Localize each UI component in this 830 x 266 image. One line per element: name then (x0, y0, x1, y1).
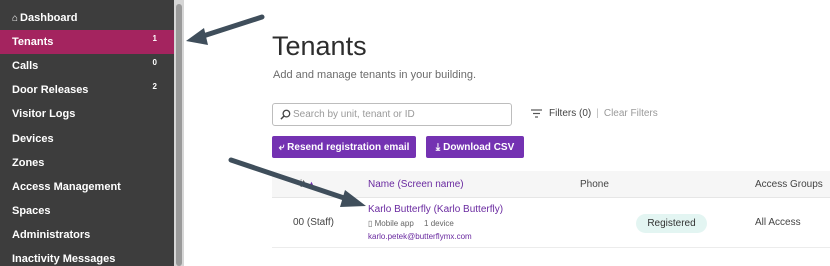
tenants-count-badge: 1 (152, 34, 157, 43)
sidebar-item-inactivity-messages[interactable]: Inactivity Messages (0, 247, 174, 266)
download-csv-button[interactable]: ⤓ Download CSV (426, 136, 524, 158)
sidebar-item-administrators[interactable]: Administrators (0, 223, 174, 247)
arrow-to-tenants (186, 14, 265, 45)
sidebar-item-label: Dashboard (20, 12, 78, 24)
search-box[interactable] (272, 103, 512, 126)
page-subtitle: Add and manage tenants in your building. (273, 69, 477, 81)
tenant-access-groups: All Access (755, 217, 801, 228)
sidebar-item-access-management[interactable]: Access Management (0, 175, 174, 199)
sidebar-item-zones[interactable]: Zones (0, 151, 174, 175)
sidebar-item-spaces[interactable]: Spaces (0, 199, 174, 223)
column-header-unit[interactable]: it ▲ (300, 179, 316, 190)
sidebar-item-calls[interactable]: Calls 0 (0, 54, 174, 78)
column-header-name[interactable]: Name (Screen name) (368, 179, 464, 190)
resend-button-label: Resend registration email (287, 141, 410, 153)
filters-separator: | (596, 108, 599, 119)
tenant-device-count: 1 device (424, 219, 454, 228)
column-header-unit-label: it (300, 179, 305, 190)
table-row[interactable]: 00 (Staff) Karlo Butterfly (Karlo Butter… (272, 198, 830, 248)
sidebar-item-label: Devices (12, 133, 54, 145)
column-header-access-groups[interactable]: Access Groups (755, 179, 823, 190)
sidebar-item-label: Administrators (12, 229, 91, 241)
tenant-unit: 00 (Staff) (293, 217, 334, 228)
sidebar-item-door-releases[interactable]: Door Releases 2 (0, 78, 174, 102)
sidebar-item-devices[interactable]: Devices (0, 127, 174, 151)
filters-bar: Filters (0) | Clear Filters (531, 108, 658, 119)
clear-filters-link[interactable]: Clear Filters (604, 108, 658, 119)
tenant-app-label: Mobile app (374, 219, 414, 228)
search-icon (280, 109, 291, 120)
filter-icon (531, 109, 542, 118)
sidebar-scrollbar-thumb[interactable] (176, 4, 182, 266)
sidebar-item-visitor-logs[interactable]: Visitor Logs (0, 102, 174, 126)
sidebar-item-tenants[interactable]: Tenants 1 (0, 30, 174, 54)
door-releases-count-badge: 2 (152, 82, 157, 91)
sort-up-icon: ▲ (307, 179, 316, 189)
download-icon: ⤓ (435, 141, 441, 153)
sidebar-item-label: Inactivity Messages (12, 253, 116, 265)
sidebar-item-label: Tenants (12, 36, 54, 48)
home-icon: ⌂ (12, 13, 19, 24)
tenant-name-link[interactable]: Karlo Butterfly (Karlo Butterfly) (368, 204, 503, 215)
reply-icon: ⤶ (278, 141, 285, 153)
status-badge: Registered (636, 214, 707, 233)
calls-count-badge: 0 (152, 58, 157, 67)
sidebar-item-dashboard[interactable]: ⌂ Dashboard (0, 6, 174, 30)
table-header: it ▲ Name (Screen name) Phone Access Grou… (272, 171, 830, 198)
resend-registration-email-button[interactable]: ⤶ Resend registration email (272, 136, 416, 158)
sidebar: ⌂ Dashboard Tenants 1 Calls 0 Door Releas… (0, 0, 174, 266)
sidebar-item-label: Visitor Logs (12, 108, 76, 120)
filters-button[interactable]: Filters (0) (549, 108, 591, 119)
sidebar-item-label: Door Releases (12, 84, 89, 96)
sidebar-item-label: Access Management (12, 181, 121, 193)
sidebar-item-label: Zones (12, 157, 45, 169)
mobile-phone-icon: ▯ (368, 219, 373, 228)
tenant-app-info: ▯ Mobile app 1 device (368, 219, 454, 228)
page-title: Tenants (272, 31, 367, 61)
search-input[interactable] (293, 106, 507, 123)
column-header-phone[interactable]: Phone (580, 179, 609, 190)
sidebar-item-label: Calls (12, 60, 39, 72)
tenant-email: karlo.petek@butterflymx.com (368, 232, 472, 241)
sidebar-item-label: Spaces (12, 205, 51, 217)
download-button-label: Download CSV (443, 141, 515, 153)
